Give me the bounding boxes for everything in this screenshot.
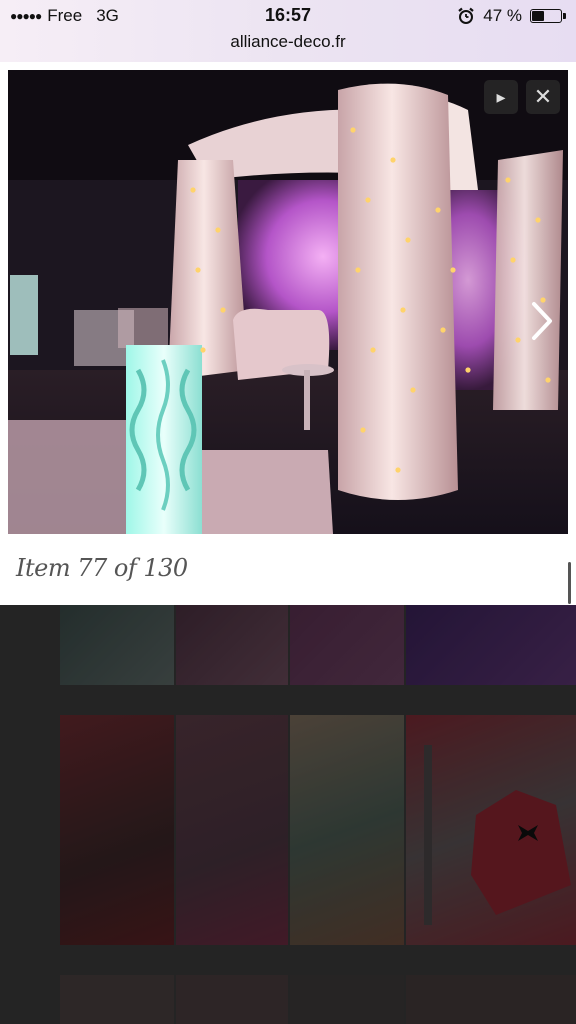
fairy-light — [440, 327, 446, 333]
fairy-light — [450, 267, 456, 273]
photo-gallery-background — [0, 605, 576, 1024]
close-button[interactable]: ✕ — [526, 80, 560, 114]
status-right: 47 % — [457, 6, 566, 26]
fairy-light — [435, 207, 441, 213]
gallery-thumbnail[interactable] — [176, 715, 288, 945]
fairy-light — [410, 387, 416, 393]
fairy-light — [195, 267, 201, 273]
gallery-thumbnail[interactable] — [290, 975, 404, 1024]
next-arrow-button[interactable] — [524, 296, 560, 346]
alarm-clock-icon — [458, 7, 474, 24]
gallery-thumbnail[interactable] — [60, 715, 174, 945]
fairy-light — [515, 337, 521, 343]
lightbox: ▸ ✕ Item 77 of 130 — [0, 62, 576, 605]
gallery-thumbnail[interactable] — [406, 715, 576, 945]
status-bar: ●●●●● Free 3G 16:57 47 % alliance-deco.f… — [0, 0, 576, 62]
gallery-thumbnail[interactable] — [176, 975, 288, 1024]
address-bar-url[interactable]: alliance-deco.fr — [0, 32, 576, 52]
gallery-thumbnail[interactable] — [290, 715, 404, 945]
fairy-light — [405, 237, 411, 243]
battery-icon — [530, 9, 566, 23]
lightbox-photo: ▸ ✕ — [8, 70, 568, 534]
fairy-light — [350, 127, 356, 133]
gallery-thumbnail[interactable] — [406, 605, 576, 685]
play-icon: ▸ — [496, 86, 506, 107]
item-counter-caption: Item 77 of 130 — [16, 554, 188, 582]
fairy-light — [395, 467, 401, 473]
scrollbar[interactable] — [568, 562, 571, 604]
fairy-light — [200, 347, 206, 353]
gallery-thumbnail[interactable] — [60, 975, 174, 1024]
fairy-light — [465, 367, 471, 373]
gallery-thumbnail[interactable] — [176, 605, 288, 685]
fairy-light — [220, 307, 226, 313]
gallery-thumbnail[interactable] — [290, 605, 404, 685]
fairy-light — [365, 197, 371, 203]
gallery-thumbnail[interactable] — [60, 605, 174, 685]
fairy-light — [215, 227, 221, 233]
fairy-light — [390, 157, 396, 163]
slideshow-play-button[interactable]: ▸ — [484, 80, 518, 114]
fairy-light — [400, 307, 406, 313]
fairy-light — [535, 217, 541, 223]
fairy-light — [505, 177, 511, 183]
gallery-thumbnail[interactable] — [406, 975, 576, 1024]
battery-percent: 47 % — [483, 6, 522, 25]
fairy-light — [190, 187, 196, 193]
napkin-photo — [424, 745, 571, 925]
fairy-light — [355, 267, 361, 273]
fairy-light — [510, 257, 516, 263]
battery-level-fill — [532, 11, 544, 21]
event-decor-photo — [8, 70, 568, 534]
fairy-light — [370, 347, 376, 353]
chevron-right-icon — [532, 302, 552, 340]
fairy-light — [545, 377, 551, 383]
close-icon: ✕ — [533, 84, 553, 109]
fairy-light — [360, 427, 366, 433]
